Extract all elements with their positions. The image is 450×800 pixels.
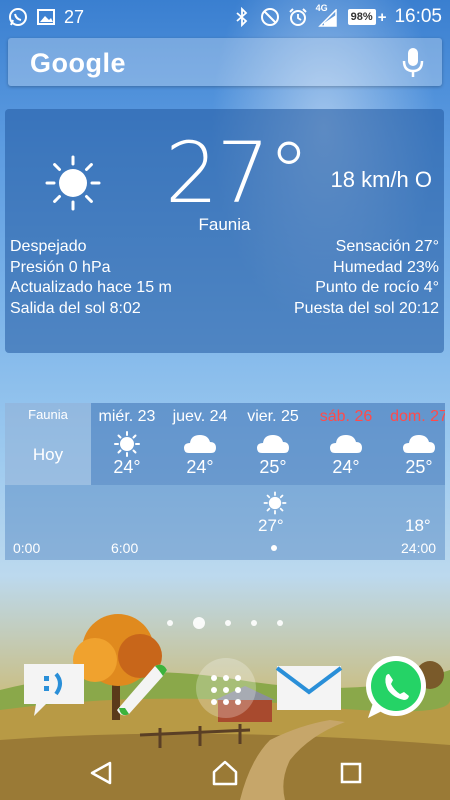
day-temp: 25° — [259, 457, 287, 477]
current-temperature: 27° — [165, 124, 310, 222]
bluetooth-icon — [236, 7, 247, 27]
hourly-temp-night: 18° — [405, 516, 431, 535]
forecast-day[interactable]: dom. 27 25° — [383, 403, 445, 478]
day-temp: 24° — [332, 457, 360, 477]
battery-level: 98% — [347, 9, 376, 25]
sunrise: Salida del sol 8:02 — [10, 299, 141, 317]
sunset: Puesta del sol 20:12 — [294, 299, 439, 317]
wind-speed: 18 km/h O — [330, 167, 432, 192]
cloud-icon — [403, 435, 435, 453]
dock — [0, 652, 450, 732]
hour-label: 0:00 — [13, 540, 41, 556]
charging-icon: + — [377, 8, 387, 26]
google-search-bar[interactable]: Google — [8, 38, 442, 86]
forecast-day[interactable]: miér. 23 24° — [91, 403, 163, 478]
pressure: Presión 0 hPa — [10, 258, 111, 276]
weather-widget[interactable]: 27° Faunia 18 km/h O Despejado Sensación… — [5, 109, 444, 353]
cloud-icon — [257, 435, 289, 453]
gallery-icon — [37, 9, 55, 25]
page-dot[interactable] — [225, 620, 231, 626]
google-logo: Google — [30, 48, 126, 78]
day-temp: 25° — [405, 457, 433, 477]
current-time-marker — [271, 545, 277, 551]
back-icon[interactable] — [86, 758, 116, 788]
cloud-icon — [184, 435, 216, 453]
condition: Despejado — [10, 238, 87, 255]
page-indicator — [0, 617, 450, 629]
sun-icon — [45, 155, 101, 211]
today-tab[interactable]: Faunia Hoy — [5, 403, 91, 485]
phone-app-icon[interactable] — [105, 652, 177, 724]
feels-like: Sensación 27° — [335, 238, 439, 255]
hourly-temp-now: 27° — [258, 516, 284, 535]
page-dot[interactable] — [167, 620, 173, 626]
day-temp: 24° — [113, 457, 141, 477]
battery-indicator: 98% + — [347, 8, 387, 26]
forecast-widget[interactable]: Faunia Hoy miér. 23 24° juev. 24 24° vie… — [5, 403, 445, 560]
weather-details: Despejado Sensación 27° Presión 0 hPa Hu… — [10, 237, 439, 319]
page-dot-active[interactable] — [193, 617, 205, 629]
day-name: sáb. 26 — [319, 408, 373, 425]
daily-forecast-strip[interactable]: miér. 23 24° juev. 24 24° vier. 25 25° s… — [91, 403, 445, 485]
hour-label: 24:00 — [401, 540, 437, 556]
day-name: vier. 25 — [247, 408, 299, 425]
sun-icon — [263, 491, 287, 515]
sun-icon — [114, 431, 140, 457]
signal-icon: 4G — [316, 3, 340, 27]
mic-icon[interactable] — [402, 47, 424, 79]
forecast-day[interactable]: sáb. 26 24° — [310, 403, 382, 478]
page-dot[interactable] — [277, 620, 283, 626]
day-name: juev. 24 — [172, 408, 228, 425]
day-name: dom. 27 — [390, 408, 445, 425]
home-icon[interactable] — [210, 758, 240, 788]
forecast-day[interactable]: vier. 25 25° — [237, 403, 309, 478]
recents-icon[interactable] — [336, 758, 366, 788]
cloud-icon — [330, 435, 362, 453]
forecast-day[interactable]: juev. 24 24° — [164, 403, 236, 478]
dew-point: Punto de rocío 4° — [315, 279, 439, 296]
clock: 16:05 — [394, 6, 442, 27]
last-updated: Actualizado hace 15 m — [10, 279, 172, 296]
status-bar: 27 4G 98% + 16:05 — [0, 0, 450, 34]
today-label: Hoy — [32, 445, 64, 464]
dnd-icon — [260, 8, 279, 26]
weather-notif-temp: 27 — [64, 6, 85, 27]
app-drawer-icon[interactable] — [190, 652, 262, 724]
alarm-icon — [288, 8, 307, 26]
page-dot[interactable] — [251, 620, 257, 626]
day-temp: 24° — [186, 457, 214, 477]
location-name: Faunia — [198, 215, 251, 234]
email-app-icon[interactable] — [273, 652, 345, 724]
humidity: Humedad 23% — [333, 258, 439, 276]
hour-label: 6:00 — [111, 540, 139, 556]
day-name: miér. 23 — [98, 408, 156, 425]
forecast-location: Faunia — [28, 407, 68, 422]
messages-app-icon[interactable] — [18, 652, 90, 724]
navigation-bar — [0, 748, 450, 800]
whatsapp-icon — [9, 8, 27, 26]
whatsapp-app-icon[interactable] — [358, 652, 430, 724]
